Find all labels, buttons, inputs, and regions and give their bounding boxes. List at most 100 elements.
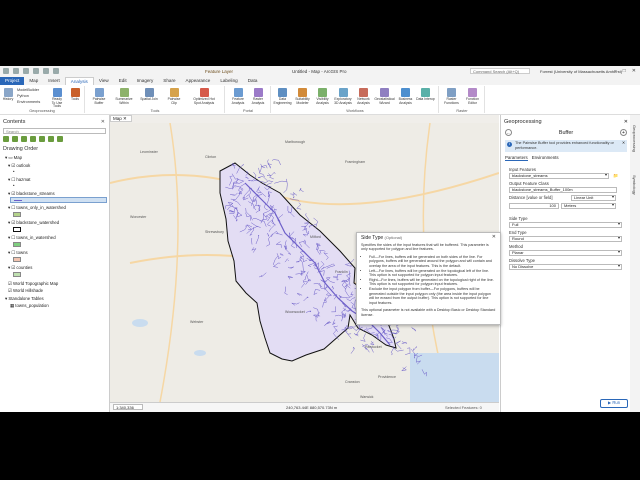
tab-environments[interactable]: Environments [532, 155, 559, 161]
feature-analysis-button[interactable]: Feature Analysis [229, 88, 247, 105]
save-icon[interactable] [33, 68, 39, 74]
pairwise-buffer-button[interactable]: Pairwise Buffer [90, 88, 108, 105]
side-tab-geoprocessing[interactable]: Geoprocessing [632, 125, 637, 152]
side-tab-symbology[interactable]: Symbology [632, 175, 637, 195]
layer-towns-only-in-watershed[interactable]: ▾ ☐ towns_only_in_watershed [8, 205, 66, 211]
command-search-input[interactable]: Command Search (Alt+Q) [470, 68, 530, 74]
layer-world-hillshade[interactable]: ☑ World Hillshade [8, 288, 43, 294]
place-label: Clinton [205, 155, 216, 159]
hot-spot-button[interactable]: Optimized Hot Spot Analysis [190, 88, 218, 105]
python-button[interactable]: Python [17, 94, 29, 98]
map-node[interactable]: ▾ ▭ Map [5, 155, 22, 161]
data-source-icon[interactable] [12, 136, 18, 142]
spatial-join-button[interactable]: Spatial Join [140, 88, 158, 102]
tools-group: Pairwise Buffer Summarize Within Spatial… [86, 86, 225, 113]
side-type-dropdown[interactable]: Full [509, 222, 622, 228]
tab-view[interactable]: View [94, 77, 114, 85]
open-icon[interactable] [23, 68, 29, 74]
polygon-symbol [13, 242, 21, 247]
method-dropdown[interactable]: Planar [509, 250, 622, 256]
exploratory-3d-button[interactable]: Exploratory 3D Analysis [333, 88, 353, 105]
output-feature-class-input[interactable]: blackstone_streams_Buffer_100m [509, 187, 617, 193]
data-interop-button[interactable]: Data Interop [416, 88, 435, 102]
tab-insert[interactable]: Insert [43, 77, 65, 85]
tab-edit[interactable]: Edit [114, 77, 132, 85]
environments-button[interactable]: Environments [17, 100, 40, 104]
visibility-analysis-button[interactable]: Visibility Analysis [313, 88, 332, 105]
snapping-icon[interactable] [39, 136, 45, 142]
add-icon[interactable]: + [620, 129, 627, 136]
popup-title: Side Type (Optional) [361, 235, 496, 241]
ribbon: History ModelBuilder Python Environments… [0, 85, 640, 115]
map-tab[interactable]: Map ✕ [110, 115, 132, 122]
distance-unit-dropdown[interactable]: Meters [561, 203, 616, 209]
geostatistical-wizard-button[interactable]: Geostatistical Wizard [374, 88, 395, 105]
layer-towns-in-watershed[interactable]: ▾ ☐ towns_in_watershed [8, 235, 56, 241]
raster-functions-button[interactable]: Raster Functions [442, 88, 461, 105]
geoprocessing-title: Geoprocessing [504, 119, 542, 125]
close-icon[interactable]: ✕ [492, 235, 496, 240]
suitability-modeler-button[interactable]: Suitability Modeler [293, 88, 312, 105]
user-name[interactable]: Forrest (University of Massachusetts Amh… [540, 69, 622, 74]
tab-project[interactable]: Project [0, 77, 25, 85]
table-towns-population[interactable]: ▦ towns_population [10, 303, 49, 309]
end-type-dropdown[interactable]: Round [509, 236, 622, 242]
layer-hazmat[interactable]: ▾ ☐ hazmat [8, 177, 31, 183]
data-engineering-button[interactable]: Data Engineering [273, 88, 292, 105]
scale-selector[interactable]: 1:340,336 [113, 404, 143, 410]
new-icon[interactable] [13, 68, 19, 74]
tab-labeling[interactable]: Labeling [215, 77, 242, 85]
output-feature-class-label: Output Feature Class [509, 181, 549, 186]
pairwise-clip-button[interactable]: Pairwise Clip [165, 88, 183, 105]
editing-icon[interactable] [30, 136, 36, 142]
standalone-tables-node[interactable]: ▾ Standalone Tables [5, 296, 44, 302]
selection-icon[interactable] [21, 136, 27, 142]
layer-outlook[interactable]: ▾ ☑ outlook [8, 163, 30, 169]
close-icon[interactable]: ✕ [624, 119, 628, 125]
side-panel-tabs: Geoprocessing Symbology [630, 115, 640, 412]
layer-towns[interactable]: ▾ ☐ towns [8, 250, 28, 256]
charts-icon[interactable] [57, 136, 63, 142]
function-editor-button[interactable]: Function Editor [463, 88, 482, 105]
polygon-symbol [13, 227, 21, 232]
close-icon[interactable]: ✕ [101, 119, 105, 125]
close-icon[interactable]: ✕ [622, 141, 625, 146]
layer-blackstone-watershed[interactable]: ▾ ☑ blackstone_watershed [8, 220, 59, 226]
tab-data[interactable]: Data [243, 77, 263, 85]
summarize-within-button[interactable]: Summarize Within [115, 88, 133, 105]
history-button[interactable]: History [1, 88, 15, 102]
run-button[interactable]: ▶ Run [600, 399, 628, 408]
labeling-icon[interactable] [48, 136, 54, 142]
tab-imagery[interactable]: Imagery [132, 77, 159, 85]
back-arrow-icon[interactable]: ← [505, 129, 512, 136]
layer-counties[interactable]: ▾ ☑ counties [8, 265, 32, 271]
layer-label: towns_only_in_watershed [16, 205, 66, 210]
input-features-dropdown[interactable]: blackstone_streams [509, 173, 609, 179]
minimize-icon[interactable]: – [614, 68, 617, 74]
tools-button[interactable]: Tools [68, 88, 82, 102]
tab-share[interactable]: Share [158, 77, 180, 85]
raster-analysis-button[interactable]: Raster Analysis [249, 88, 267, 105]
distance-mode-dropdown[interactable]: Linear Unit [571, 195, 616, 201]
point-symbol-icon: • [13, 183, 15, 188]
redo-icon[interactable] [53, 68, 59, 74]
modelbuilder-button[interactable]: ModelBuilder [17, 88, 39, 92]
dissolve-type-dropdown[interactable]: No Dissolve [509, 264, 622, 270]
ready-to-use-tools-button[interactable]: Ready To Use Tools [50, 88, 64, 109]
tab-map[interactable]: Map [24, 77, 43, 85]
close-icon[interactable]: ✕ [632, 68, 636, 74]
folder-icon[interactable]: 📁 [613, 173, 618, 179]
distance-value-input[interactable]: 100 [509, 203, 559, 209]
tab-appearance[interactable]: Appearance [181, 77, 216, 85]
network-analysis-button[interactable]: Network Analysis [354, 88, 373, 105]
layer-symbol-selected[interactable] [10, 197, 107, 203]
undo-icon[interactable] [43, 68, 49, 74]
layer-world-topographic-map[interactable]: ☑ World Topographic Map [8, 281, 58, 287]
business-analysis-button[interactable]: Business Analysis [396, 88, 415, 105]
maximize-icon[interactable]: □ [623, 68, 626, 74]
tools-label: Tools [71, 97, 79, 101]
summarize-label: Summarize Within [115, 97, 133, 105]
contents-search-input[interactable]: Search [3, 128, 106, 134]
tab-parameters[interactable]: Parameters [505, 155, 528, 161]
drawing-order-icon[interactable] [3, 136, 9, 142]
